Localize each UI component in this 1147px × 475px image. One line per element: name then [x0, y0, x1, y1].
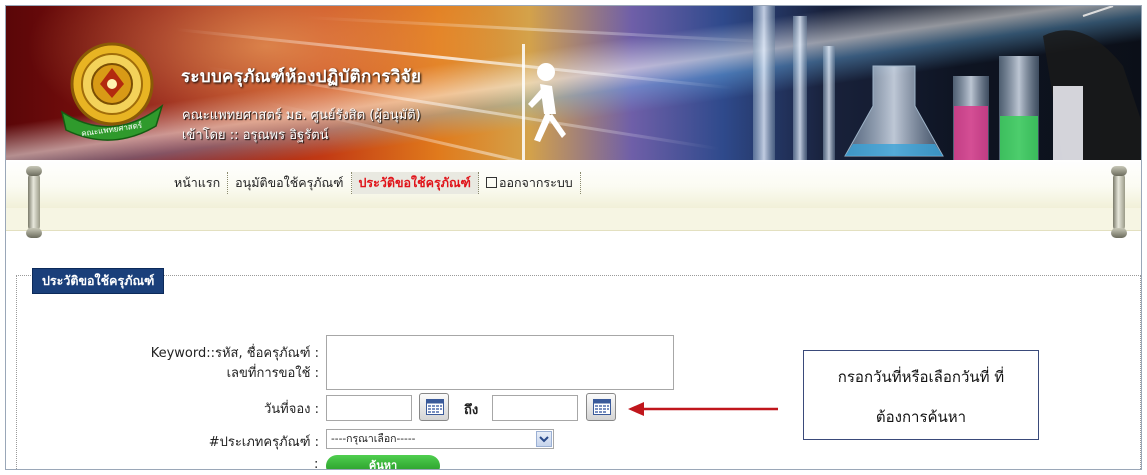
nav-home[interactable]: หน้าแรก [166, 172, 229, 194]
panel-title: ประวัติขอใช้ครุภัณฑ์ [32, 268, 165, 294]
date-from-input[interactable] [326, 395, 412, 421]
annotation-callout: กรอกวันที่หรือเลือกวันที่ ที่ ต้องการค้น… [803, 350, 1039, 440]
app-title: ระบบครุภัณฑ์ห้องปฏิบัติการวิจัย [181, 67, 422, 87]
scroll-rod-left [28, 172, 40, 232]
nav-logout[interactable]: ออกจากระบบ [479, 172, 581, 194]
date-from-calendar-button[interactable] [419, 393, 449, 421]
nav-home-label: หน้าแรก [174, 175, 221, 190]
request-number-label: เลขที่การขอใช้ : [226, 366, 319, 381]
annotation-line-1: กรอกวันที่หรือเลือกวันที่ ที่ [837, 368, 1005, 386]
header-banner: คณะแพทยศาสตร์ ระบบครุภัณฑ์ห้องปฏิบัติการ… [6, 6, 1141, 160]
keyword-label: Keyword::รหัส, ชื่อครุภัณฑ์ : [150, 346, 319, 361]
calendar-icon [593, 399, 611, 415]
search-button[interactable]: ค้นหา [326, 455, 440, 469]
date-to-input[interactable] [492, 395, 578, 421]
date-to-calendar-button[interactable] [586, 393, 616, 421]
category-selected-value: ----กรุณาเลือก----- [331, 433, 416, 445]
equipment-category-label: #ประเภทครุภัณฑ์ : [208, 435, 319, 450]
main-nav: หน้าแรก อนุมัติขอใช้ครุภัณฑ์ ประวัติขอใช… [166, 170, 581, 196]
equipment-category-select[interactable]: ----กรุณาเลือก----- [326, 429, 554, 449]
calendar-icon [426, 399, 444, 415]
chevron-down-icon [536, 431, 552, 447]
annotation-line-2: ต้องการค้นหา [875, 408, 967, 426]
app-window: คณะแพทยศาสตร์ ระบบครุภัณฑ์ห้องปฏิบัติการ… [5, 5, 1142, 470]
nav-history-label: ประวัติขอใช้ครุภัณฑ์ [358, 175, 471, 190]
logged-in-user: เข้าโดย :: อรุณพร อิฐรัตน์ [182, 128, 329, 143]
nav-scroll-bottom [6, 208, 1141, 231]
nav-approve-requests[interactable]: อนุมัติขอใช้ครุภัณฑ์ [228, 172, 352, 194]
scroll-rod-right [1113, 172, 1125, 232]
booking-date-label: วันที่จอง : [263, 402, 319, 417]
university-seal-icon: คณะแพทยศาสตร์ [60, 42, 164, 141]
nav-request-history[interactable]: ประวัติขอใช้ครุภัณฑ์ [351, 172, 479, 194]
nav-approve-label: อนุมัติขอใช้ครุภัณฑ์ [235, 175, 344, 190]
logout-icon [485, 177, 497, 188]
date-to-label: ถึง [464, 403, 479, 418]
lab-glassware-illustration [753, 6, 1141, 160]
keyword-input[interactable] [326, 335, 674, 390]
scroll-rod-cap [26, 228, 42, 238]
search-colon: : [314, 457, 319, 470]
nav-logout-label: ออกจากระบบ [498, 175, 573, 190]
scroll-rod-cap [1111, 166, 1127, 176]
faculty-subtitle: คณะแพทยศาสตร์ มธ. ศูนย์รังสิต (ผู้อนุมัต… [182, 108, 421, 123]
scroll-rod-cap [1111, 228, 1127, 238]
scroll-rod-cap [26, 166, 42, 176]
annotation-arrow-icon [628, 402, 778, 416]
